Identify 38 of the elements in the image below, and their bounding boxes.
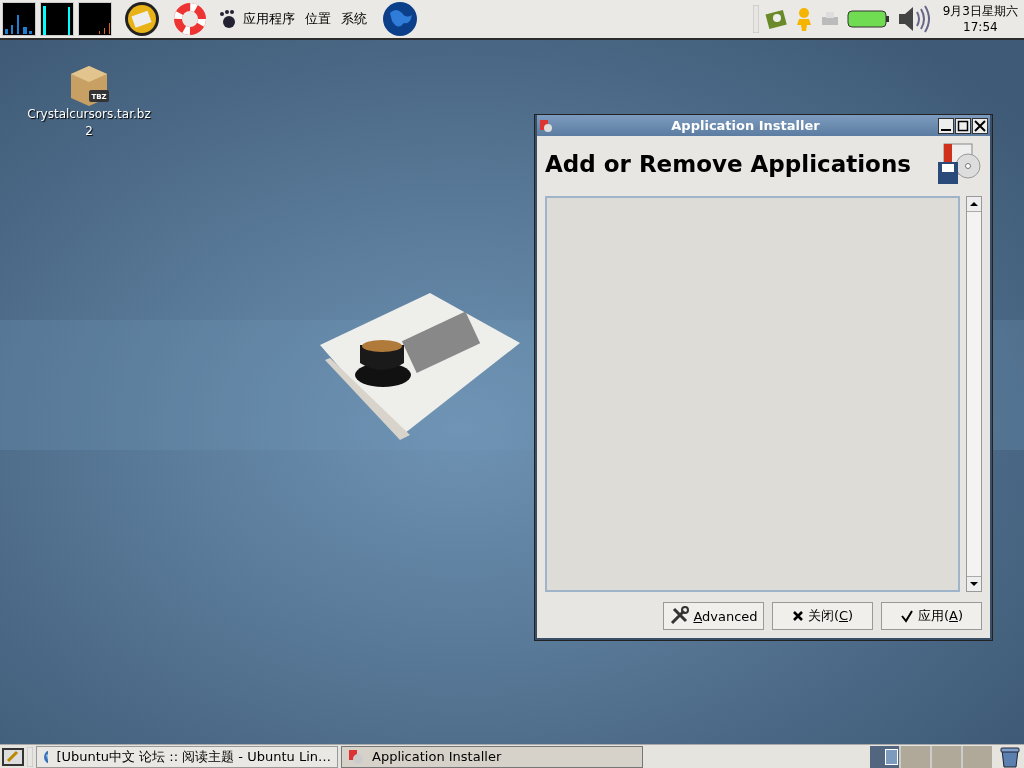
dialog-button[interactable]: Advanced <box>663 602 764 630</box>
printer-icon <box>820 11 839 27</box>
panel-handle[interactable] <box>27 746 33 767</box>
installer-icon <box>539 118 553 133</box>
clock-time[interactable]: 17:54 <box>963 19 998 35</box>
speaker-icon[interactable] <box>896 4 933 34</box>
dialog-button[interactable]: 关闭(C) <box>772 602 873 630</box>
close-icon[interactable] <box>972 117 988 134</box>
foot-icon[interactable] <box>218 9 236 29</box>
clock-date[interactable]: 9月3日星期六 <box>942 3 1018 19</box>
installer-icon <box>348 748 364 765</box>
maximize-icon[interactable] <box>955 117 971 134</box>
network-monitor-icon[interactable] <box>78 2 112 36</box>
panel-menu[interactable]: 位置 <box>305 10 331 28</box>
window-heading: Add or Remove Applications <box>545 151 911 177</box>
mail-icon[interactable] <box>124 1 160 37</box>
show-desktop-icon[interactable] <box>2 746 24 767</box>
lifebuoy-icon[interactable] <box>172 1 208 37</box>
panel-handle[interactable] <box>752 5 759 33</box>
file-label[interactable]: Crystalcursors.tar.bz2 <box>26 106 152 140</box>
panel-menu[interactable]: 应用程序 <box>243 10 295 28</box>
cross-icon <box>791 610 804 622</box>
check-icon <box>899 609 914 623</box>
minimize-icon[interactable] <box>938 117 954 134</box>
battery-icon[interactable] <box>846 9 889 29</box>
cpu-monitor-icon[interactable] <box>2 2 36 36</box>
memory-monitor-icon[interactable] <box>40 2 74 36</box>
tools-icon <box>669 606 690 626</box>
workspace-button[interactable] <box>870 745 899 768</box>
scroll-thumb[interactable] <box>967 211 981 577</box>
window-title: Application Installer <box>670 118 821 133</box>
dialog-button[interactable]: 应用(A) <box>881 602 982 630</box>
panel-menu[interactable]: 系统 <box>341 10 367 28</box>
taskbar-button[interactable]: [Ubuntu中文 论坛 :: 阅读主题 - Ubuntu Lin… <box>36 745 338 768</box>
trash-icon[interactable] <box>999 745 1021 768</box>
taskbar-button[interactable]: Application Installer <box>341 745 643 768</box>
scrollbar[interactable] <box>966 196 982 592</box>
title-bar[interactable]: Application Installer <box>537 115 990 136</box>
